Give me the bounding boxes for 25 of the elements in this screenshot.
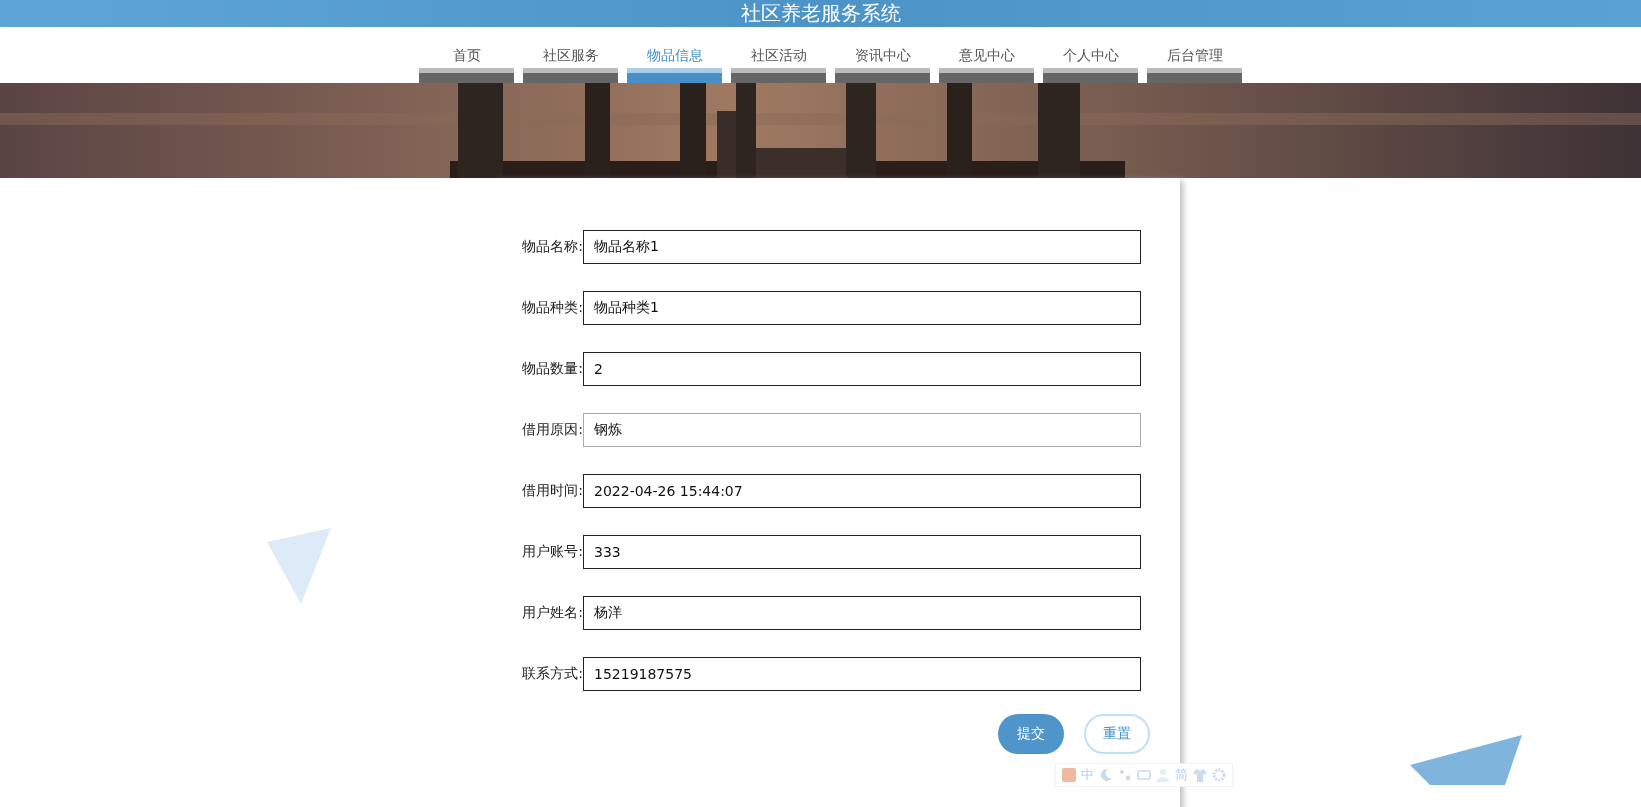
field-label: 物品种类: bbox=[521, 299, 583, 317]
input-field[interactable]: 2022-04-26 15:44:07 bbox=[583, 474, 1141, 508]
field-label: 用户姓名: bbox=[521, 604, 583, 622]
input-field[interactable]: 物品名称1 bbox=[583, 230, 1141, 264]
dots-icon[interactable] bbox=[1118, 768, 1132, 782]
shirt-icon[interactable] bbox=[1193, 768, 1207, 782]
keyboard-icon[interactable] bbox=[1137, 768, 1151, 782]
logo-icon bbox=[1062, 768, 1076, 782]
field-label: 物品名称: bbox=[521, 238, 583, 256]
field-label: 用户账号: bbox=[521, 543, 583, 561]
input-field[interactable]: 物品种类1 bbox=[583, 291, 1141, 325]
site-title: 社区养老服务系统 bbox=[740, 0, 901, 27]
input-field[interactable]: 15219187575 bbox=[583, 657, 1141, 691]
field-label: 联系方式: bbox=[521, 665, 583, 683]
input-field[interactable]: 钢炼 bbox=[583, 413, 1141, 447]
moon-icon[interactable] bbox=[1099, 768, 1113, 782]
field-label: 物品数量: bbox=[521, 360, 583, 378]
reset-button[interactable]: 重置 bbox=[1084, 714, 1150, 754]
input-field[interactable]: 333 bbox=[583, 535, 1141, 569]
settings-icon[interactable] bbox=[1212, 768, 1226, 782]
field-label: 借用原因: bbox=[521, 421, 583, 439]
input-field[interactable]: 2 bbox=[583, 352, 1141, 386]
input-field[interactable]: 杨洋 bbox=[583, 596, 1141, 630]
person-icon[interactable] bbox=[1156, 768, 1170, 782]
field-label: 借用时间: bbox=[521, 482, 583, 500]
